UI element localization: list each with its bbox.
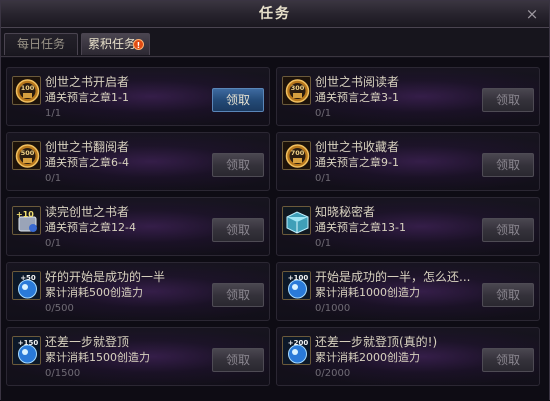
task-progress: 0/1 — [315, 108, 332, 119]
task-card: +50 好的开始是成功的一半 累计消耗500创造力 0/500 领取 — [6, 262, 270, 321]
svg-text:700: 700 — [291, 149, 305, 157]
task-condition: 通关预言之章12-4 — [45, 221, 136, 234]
close-icon: × — [525, 5, 539, 23]
bronze-medal-icon[interactable]: 300 — [282, 76, 311, 105]
task-condition: 通关预言之章3-1 — [315, 91, 399, 104]
task-list: 100 创世之书开启者 通关预言之章1-1 1/1 领取 300 创世之书阅读者 通关预言之章… — [1, 58, 549, 401]
svg-text:+150: +150 — [18, 339, 39, 347]
task-condition: 通关预言之章9-1 — [315, 156, 399, 169]
task-progress: 0/500 — [45, 303, 74, 314]
blue-potion-icon[interactable]: +150 — [12, 336, 41, 365]
task-name: 还差一步就登顶 — [45, 335, 130, 349]
task-name: 创世之书开启者 — [45, 75, 130, 89]
svg-text:+100: +100 — [288, 274, 309, 282]
task-card: 100 创世之书开启者 通关预言之章1-1 1/1 领取 — [6, 67, 270, 126]
blue-potion-icon[interactable]: +50 — [12, 271, 41, 300]
svg-text:+50: +50 — [20, 274, 36, 282]
tab-bar: 每日任务 累积任务 ! — [1, 28, 549, 57]
task-card: 300 创世之书阅读者 通关预言之章3-1 0/1 领取 — [276, 67, 540, 126]
task-condition: 通关预言之章13-1 — [315, 221, 406, 234]
window-title: 任务 — [259, 6, 291, 22]
task-name: 知晓秘密者 — [315, 205, 376, 219]
task-card: +10 读完创世之书者 通关预言之章12-4 0/1 领取 — [6, 197, 270, 256]
claim-button[interactable]: 领取 — [212, 88, 264, 112]
claim-button[interactable]: 领取 — [212, 153, 264, 177]
task-condition: 通关预言之章6-4 — [45, 156, 129, 169]
close-button[interactable]: × — [523, 5, 541, 23]
task-name: 创世之书收藏者 — [315, 140, 400, 154]
svg-text:+10: +10 — [16, 210, 34, 219]
svg-text:300: 300 — [291, 84, 305, 92]
task-card: +150 还差一步就登顶累计消耗1500创造力 0/1500 领取 — [6, 327, 270, 386]
task-progress: 0/1 — [45, 238, 62, 249]
bronze-medal-icon[interactable]: 700 — [282, 141, 311, 170]
task-name: 好的开始是成功的一半 — [45, 270, 166, 284]
tab-daily-label: 每日任务 — [16, 37, 65, 51]
claim-button[interactable]: 领取 — [212, 348, 264, 372]
svg-text:100: 100 — [21, 84, 35, 92]
task-progress: 0/1 — [315, 238, 332, 249]
blue-potion-icon[interactable]: +200 — [282, 336, 311, 365]
task-name: 开始是成功的一半，怎么还... — [315, 270, 471, 284]
task-progress: 0/1 — [315, 173, 332, 184]
claim-button[interactable]: 领取 — [482, 348, 534, 372]
notification-badge: ! — [133, 39, 144, 50]
claim-button[interactable]: 领取 — [482, 283, 534, 307]
task-condition: 累计消耗500创造力 — [45, 286, 143, 299]
task-progress: 0/1000 — [315, 303, 351, 314]
task-name: 还差一步就登顶(真的!) — [315, 335, 438, 349]
svg-text:+200: +200 — [288, 339, 309, 347]
bronze-medal-icon[interactable]: 100 — [12, 76, 41, 105]
claim-button[interactable]: 领取 — [212, 218, 264, 242]
crystal-box-icon[interactable] — [282, 206, 311, 235]
tab-daily-tasks[interactable]: 每日任务 — [4, 33, 78, 55]
task-progress: 0/2000 — [315, 368, 351, 379]
task-condition: 累计消耗1500创造力 — [45, 351, 150, 364]
task-window: 任务 × 每日任务 累积任务 ! 100 创世之书开启者 通关预言之章1-1 1/1 领… — [0, 0, 550, 401]
task-condition: 通关预言之章1-1 — [45, 91, 129, 104]
task-progress: 0/1500 — [45, 368, 81, 379]
tab-cumulative-tasks[interactable]: 累积任务 ! — [81, 33, 150, 55]
task-name: 创世之书翻阅者 — [45, 140, 130, 154]
claim-button[interactable]: 领取 — [482, 218, 534, 242]
task-card: +100 开始是成功的一半，怎么还... 累计消耗1000创造力 0/1000 领取 — [276, 262, 540, 321]
enhance-scroll-icon[interactable]: +10 — [12, 206, 41, 235]
tab-cumulative-label: 累积任务 — [88, 37, 137, 51]
task-condition: 累计消耗1000创造力 — [315, 286, 420, 299]
task-card: 知晓秘密者通关预言之章13-1 0/1 领取 — [276, 197, 540, 256]
task-card: 700 创世之书收藏者 通关预言之章9-1 0/1 领取 — [276, 132, 540, 191]
task-progress: 0/1 — [45, 173, 62, 184]
blue-potion-icon[interactable]: +100 — [282, 271, 311, 300]
task-condition: 累计消耗2000创造力 — [315, 351, 420, 364]
task-name: 创世之书阅读者 — [315, 75, 400, 89]
task-card: +200 还差一步就登顶(真的!) 累计消耗2000创造力 0/2000 领取 — [276, 327, 540, 386]
task-name: 读完创世之书者 — [45, 205, 130, 219]
title-bar: 任务 × — [1, 1, 549, 28]
bronze-medal-icon[interactable]: 500 — [12, 141, 41, 170]
claim-button[interactable]: 领取 — [482, 88, 534, 112]
task-card: 500 创世之书翻阅者 通关预言之章6-4 0/1 领取 — [6, 132, 270, 191]
svg-text:500: 500 — [21, 149, 35, 157]
task-progress: 1/1 — [45, 108, 62, 119]
claim-button[interactable]: 领取 — [212, 283, 264, 307]
claim-button[interactable]: 领取 — [482, 153, 534, 177]
